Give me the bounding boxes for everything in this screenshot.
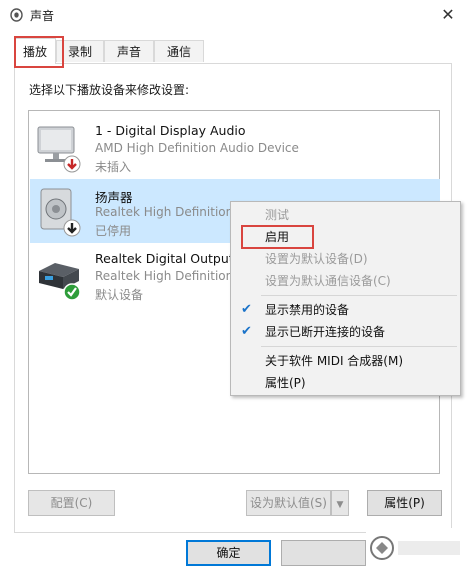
menu-item-show-disabled[interactable]: ✔ 显示禁用的设备 — [231, 299, 460, 321]
device-status: 未插入 — [95, 160, 132, 174]
menu-item-label: 显示禁用的设备 — [265, 303, 350, 317]
watermark-icon — [370, 536, 460, 560]
menu-item-set-default[interactable]: 设置为默认设备(D) — [231, 248, 460, 270]
cancel-button[interactable] — [281, 540, 366, 566]
menu-separator — [261, 295, 457, 296]
menu-item-show-disconnected[interactable]: ✔ 显示已断开连接的设备 — [231, 321, 460, 343]
monitor-icon — [37, 126, 81, 173]
title-bar: 声音 ✕ — [0, 0, 467, 30]
watermark-logo — [366, 528, 467, 568]
close-button[interactable]: ✕ — [436, 4, 460, 26]
digital-output-icon — [39, 263, 81, 301]
set-default-button[interactable]: 设为默认值(S) — [246, 490, 331, 516]
device-description: Realtek High Definition — [95, 205, 234, 219]
device-row-digital-display-audio[interactable]: 1 - Digital Display Audio AMD High Defin… — [30, 115, 440, 179]
window-title: 声音 — [30, 9, 55, 23]
tab-communications[interactable]: 通信 — [154, 40, 204, 62]
instruction-text: 选择以下播放设备来修改设置: — [29, 83, 190, 97]
context-menu: 测试 启用 设置为默认设备(D) 设置为默认通信设备(C) ✔ 显示禁用的设备 … — [230, 201, 461, 396]
tab-sounds[interactable]: 声音 — [104, 40, 154, 62]
configure-button[interactable]: 配置(C) — [28, 490, 115, 516]
speaker-icon — [40, 188, 81, 237]
menu-item-label: 显示已断开连接的设备 — [265, 325, 386, 339]
chevron-down-icon: ▼ — [336, 500, 344, 510]
device-name: 扬声器 — [95, 190, 133, 205]
tab-highlight-box — [14, 36, 64, 68]
set-default-dropdown[interactable]: ▼ — [331, 490, 349, 516]
device-description: AMD High Definition Audio Device — [95, 141, 299, 155]
menu-item-about-midi[interactable]: 关于软件 MIDI 合成器(M) — [231, 350, 460, 372]
device-status: 已停用 — [95, 224, 132, 238]
menu-item-properties[interactable]: 属性(P) — [231, 372, 460, 394]
menu-item-test[interactable]: 测试 — [231, 204, 460, 226]
device-status: 默认设备 — [95, 288, 144, 302]
speaker-icon — [10, 8, 23, 22]
device-name: 1 - Digital Display Audio — [95, 123, 246, 138]
enable-highlight-box — [241, 225, 314, 249]
ok-button[interactable]: 确定 — [186, 540, 271, 566]
menu-item-set-default-communication[interactable]: 设置为默认通信设备(C) — [231, 270, 460, 292]
properties-button[interactable]: 属性(P) — [367, 490, 442, 516]
checkmark-icon: ✔ — [241, 302, 252, 317]
device-description: Realtek High Definition — [95, 269, 234, 283]
device-name: Realtek Digital Output — [95, 251, 234, 266]
checkmark-icon: ✔ — [241, 324, 252, 339]
menu-separator — [261, 346, 457, 347]
